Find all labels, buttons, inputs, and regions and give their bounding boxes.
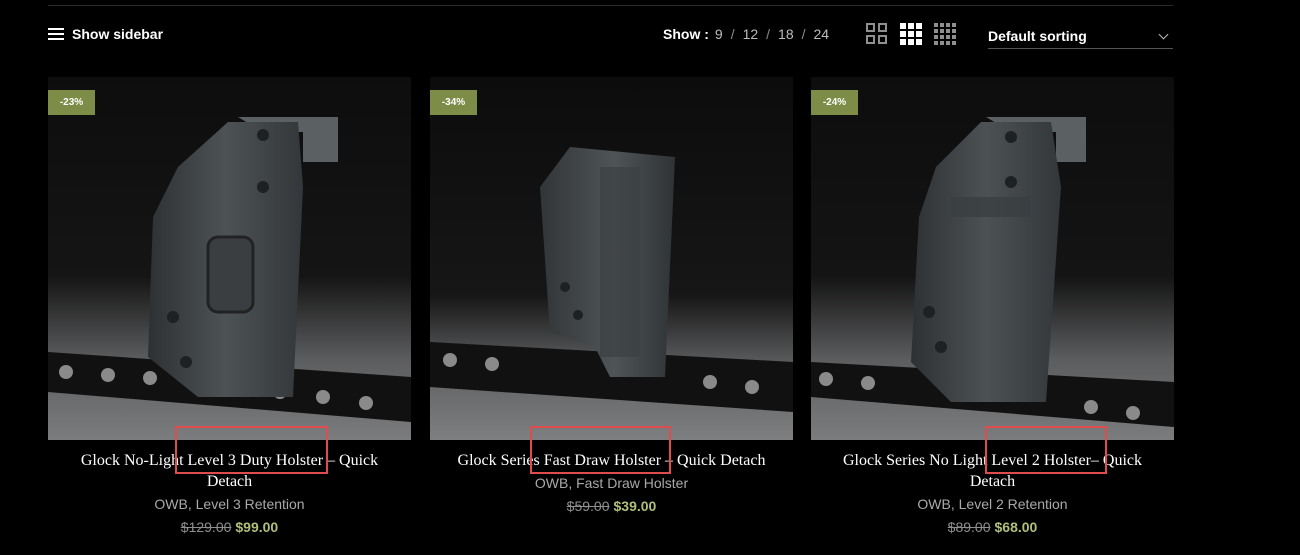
chevron-down-icon [1158,29,1169,39]
product-card: -23% Glock No-Light Level 3 Duty Holster… [48,77,411,535]
product-title[interactable]: Glock Series Fast Draw Holster – Quick D… [430,450,793,471]
holster-photo [48,77,411,440]
per-page-18[interactable]: 18 [778,26,794,42]
discount-badge: -23% [48,90,95,115]
product-card: -34% Glock Series Fast Draw Holster – Qu… [430,77,793,514]
separator: / [766,26,771,42]
grid-2-columns-icon[interactable] [866,23,890,45]
sorting-value: Default sorting [988,28,1087,44]
grid-3-columns-icon[interactable] [900,23,924,45]
holster-photo [811,77,1174,440]
hamburger-icon [48,28,64,40]
discount-badge: -34% [430,90,477,115]
product-category[interactable]: OWB, Fast Draw Holster [430,475,793,491]
sorting-select[interactable]: Default sorting [988,24,1173,49]
product-image[interactable]: -24% [811,77,1174,440]
original-price: $129.00 [180,519,232,535]
product-category[interactable]: OWB, Level 3 Retention [48,496,411,512]
sale-price: $99.00 [235,519,279,535]
holster-photo [430,77,793,440]
per-page-24[interactable]: 24 [814,26,830,42]
top-divider [48,5,1173,6]
show-sidebar-button[interactable]: Show sidebar [48,26,163,42]
product-price: $89.00 $68.00 [811,519,1174,535]
show-label: Show : [663,26,709,42]
separator: / [730,26,735,42]
original-price: $89.00 [947,519,991,535]
show-sidebar-label: Show sidebar [72,26,164,42]
product-image[interactable]: -23% [48,77,411,440]
per-page-selector: Show : 9 / 12 / 18 / 24 [663,26,829,42]
grid-view-switcher [866,23,958,45]
per-page-9[interactable]: 9 [715,26,723,42]
discount-badge: -24% [811,90,858,115]
product-title[interactable]: Glock Series No Light Level 2 Holster– Q… [811,450,1174,492]
sale-price: $68.00 [994,519,1038,535]
product-title[interactable]: Glock No-Light Level 3 Duty Holster – Qu… [48,450,411,492]
product-category[interactable]: OWB, Level 2 Retention [811,496,1174,512]
product-image[interactable]: -34% [430,77,793,440]
grid-4-columns-icon[interactable] [934,23,958,45]
original-price: $59.00 [566,498,610,514]
product-card: -24% Glock Series No Light Level 2 Holst… [811,77,1174,535]
sale-price: $39.00 [613,498,657,514]
per-page-12[interactable]: 12 [743,26,759,42]
separator: / [801,26,806,42]
product-price: $59.00 $39.00 [430,498,793,514]
product-price: $129.00 $99.00 [48,519,411,535]
